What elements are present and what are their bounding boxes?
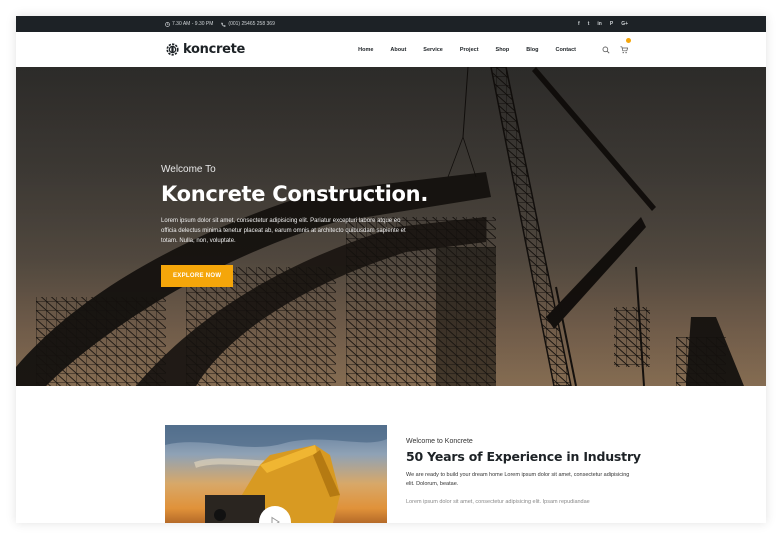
about-description-secondary: Lorem ipsum dolor sit amet, consectetur … — [406, 499, 590, 505]
hero-description: Lorem ipsum dolor sit amet, consectetur … — [161, 218, 406, 244]
about-text: Welcome to Koncrete 50 Years of Experien… — [406, 438, 641, 507]
phone-icon — [221, 22, 227, 27]
twitter-icon[interactable]: t — [588, 21, 590, 27]
phone-info: (001) 25465 258 369 — [221, 21, 275, 27]
nav-about[interactable]: About — [390, 47, 406, 53]
hours-info: 7.30 AM - 9.30 PM — [165, 21, 213, 27]
cart-badge — [626, 37, 631, 43]
about-title: 50 Years of Experience in Industry — [406, 449, 641, 464]
clock-icon — [165, 21, 170, 27]
hours-text: 7.30 AM - 9.30 PM — [172, 21, 214, 27]
contact-info: 7.30 AM - 9.30 PM (001) 25465 258 369 — [165, 21, 275, 27]
nav-icons — [602, 37, 631, 59]
nav-project[interactable]: Project — [460, 47, 479, 53]
hero-section: Welcome To Koncrete Construction. Lorem … — [16, 67, 766, 386]
linkedin-icon[interactable]: in — [597, 21, 601, 27]
pinterest-icon[interactable]: P — [610, 21, 613, 27]
google-plus-icon[interactable]: G+ — [621, 21, 628, 27]
main-menu: Home About Service Project Shop Blog Con… — [358, 47, 576, 53]
about-kicker: Welcome to Koncrete — [406, 438, 473, 445]
nav-home[interactable]: Home — [358, 47, 373, 53]
phone-text: (001) 25465 258 369 — [228, 21, 275, 27]
main-navbar: koncrete Home About Service Project Shop… — [16, 32, 766, 67]
nav-contact[interactable]: Contact — [556, 47, 576, 53]
social-links: f t in P G+ — [578, 21, 628, 27]
nav-shop[interactable]: Shop — [496, 47, 510, 53]
nav-service[interactable]: Service — [423, 47, 443, 53]
logo-text: koncrete — [183, 42, 246, 57]
top-bar: 7.30 AM - 9.30 PM (001) 25465 258 369 f … — [16, 16, 766, 32]
facebook-icon[interactable]: f — [578, 21, 580, 27]
logo-gear-icon — [166, 43, 179, 56]
about-section: Welcome to Koncrete 50 Years of Experien… — [16, 386, 766, 523]
cart-button[interactable] — [620, 37, 631, 59]
nav-blog[interactable]: Blog — [526, 47, 538, 53]
hero-title: Koncrete Construction. — [161, 182, 428, 206]
about-description: We are ready to build your dream home Lo… — [406, 472, 630, 487]
page-frame: 7.30 AM - 9.30 PM (001) 25465 258 369 f … — [16, 16, 766, 523]
search-icon[interactable] — [602, 46, 610, 54]
hero-content: Welcome To Koncrete Construction. Lorem … — [161, 164, 428, 287]
explore-now-button[interactable]: EXPLORE NOW — [161, 265, 234, 287]
hero-welcome: Welcome To — [161, 164, 216, 175]
cart-icon — [620, 45, 629, 53]
logo[interactable]: koncrete — [165, 42, 245, 57]
play-icon — [271, 516, 280, 523]
